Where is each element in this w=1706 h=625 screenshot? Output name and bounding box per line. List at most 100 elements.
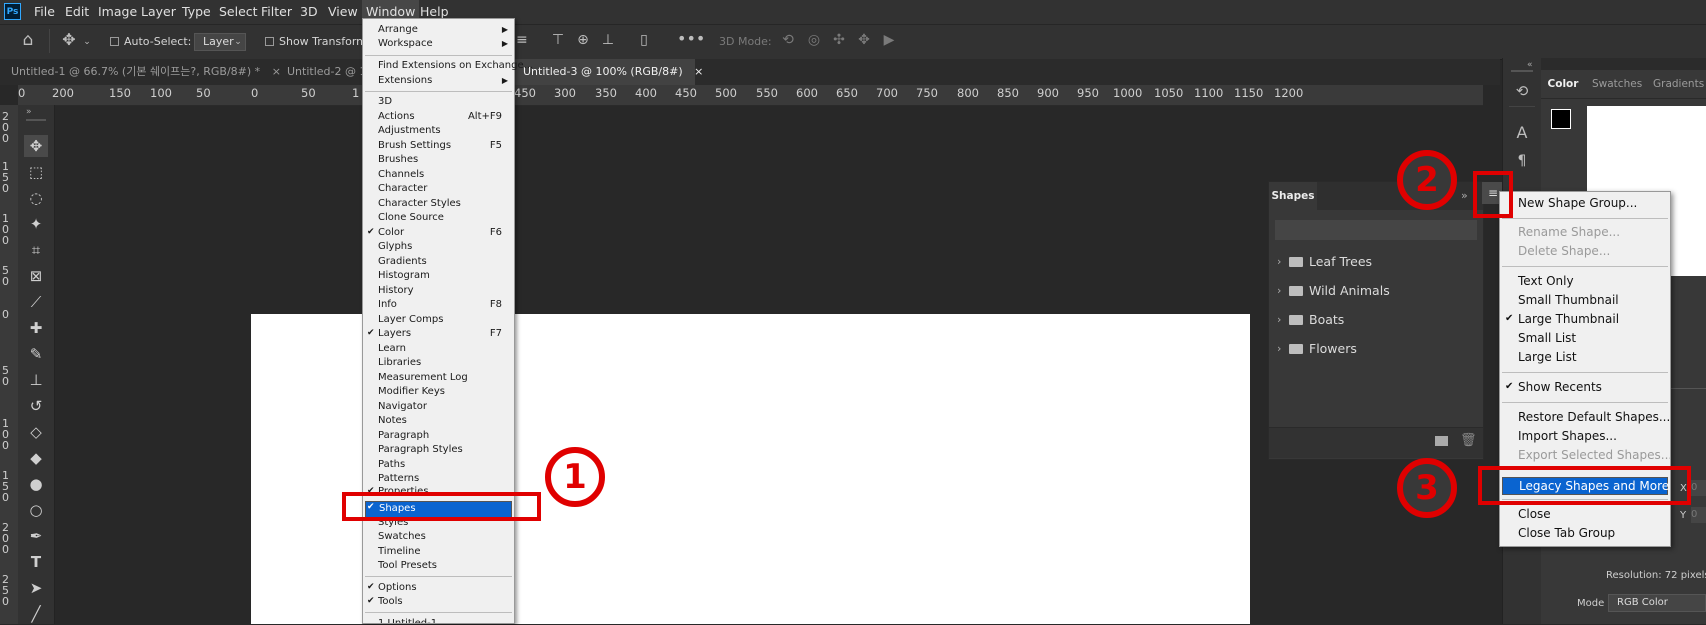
collapse-icon[interactable]: » [26, 107, 32, 117]
shape-group-flowers[interactable]: › Flowers [1269, 335, 1483, 363]
tab-untitled-3[interactable]: Untitled-3 @ 100% (RGB/8#) × [515, 59, 703, 85]
flyout-item-close-tab-group[interactable]: Close Tab Group [1518, 525, 1615, 541]
menu-3d[interactable]: 3D [300, 0, 318, 24]
tab-color[interactable]: Color [1541, 70, 1585, 98]
window-menu-item-libraries[interactable]: Libraries [378, 356, 421, 369]
menu-layer[interactable]: Layer [141, 0, 176, 24]
shape-group-wild-animals[interactable]: › Wild Animals [1269, 277, 1483, 305]
collapse-icon[interactable]: « [1527, 60, 1533, 70]
shapes-search-input[interactable] [1275, 220, 1477, 240]
shape-group-boats[interactable]: › Boats [1269, 306, 1483, 334]
history-icon[interactable]: ⟲ [1511, 84, 1533, 99]
chevron-right-icon[interactable]: › [1277, 248, 1281, 276]
collapse-arrows-icon[interactable]: » [1461, 189, 1468, 202]
window-menu-item-history[interactable]: History [378, 284, 414, 297]
foreground-color-swatch[interactable] [1551, 109, 1571, 129]
window-menu-item-3d[interactable]: 3D [378, 95, 392, 108]
flyout-item-import-shapes[interactable]: Import Shapes... [1518, 428, 1617, 444]
window-menu-item-layer-comps[interactable]: Layer Comps [378, 313, 443, 326]
lasso-tool-icon[interactable]: ◌ [24, 187, 48, 209]
panel-grip[interactable] [1511, 70, 1533, 72]
window-menu-item-info[interactable]: Info [378, 298, 397, 311]
window-menu-item-histogram[interactable]: Histogram [378, 269, 430, 282]
window-menu-item-timeline[interactable]: Timeline [378, 545, 421, 558]
window-menu-item-adjustments[interactable]: Adjustments [378, 124, 441, 137]
window-menu-item-tools[interactable]: Tools [378, 595, 403, 608]
flyout-item-large-list[interactable]: Large List [1518, 349, 1577, 365]
move-tool-icon[interactable]: ✥ [60, 32, 78, 48]
align-bottom-icon[interactable]: ⊥ [600, 33, 616, 47]
mode-dropdown[interactable]: RGB Color [1608, 594, 1706, 612]
chevron-right-icon[interactable]: › [1277, 277, 1281, 305]
flyout-item-small-thumbnail[interactable]: Small Thumbnail [1518, 292, 1619, 308]
flyout-item-restore-default-shapes[interactable]: Restore Default Shapes... [1518, 409, 1670, 425]
trash-icon[interactable]: 🗑 [1460, 433, 1477, 448]
menu-select[interactable]: Select [219, 0, 258, 24]
window-menu-item-character-styles[interactable]: Character Styles [378, 197, 461, 210]
menu-edit[interactable]: Edit [65, 0, 89, 24]
close-icon[interactable]: × [694, 65, 703, 78]
window-menu-item-channels[interactable]: Channels [378, 168, 424, 181]
more-options-icon[interactable]: ••• [677, 31, 705, 47]
panel-grip[interactable] [26, 119, 46, 121]
menu-file[interactable]: File [34, 0, 55, 24]
window-menu-item-options[interactable]: Options [378, 581, 417, 594]
menu-image[interactable]: Image [98, 0, 137, 24]
window-menu-item-arrange[interactable]: Arrange [378, 23, 418, 36]
window-menu-item-character[interactable]: Character [378, 182, 427, 195]
brush-tool-icon[interactable]: ✎ [24, 343, 48, 365]
window-menu-item-gradients[interactable]: Gradients [378, 255, 427, 268]
auto-select-checkbox[interactable] [110, 37, 119, 46]
magic-wand-tool-icon[interactable]: ✦ [24, 213, 48, 235]
line-tool-icon[interactable]: ╱ [24, 603, 48, 625]
tab-shapes[interactable]: Shapes [1269, 182, 1317, 210]
window-menu-item-modifier-keys[interactable]: Modifier Keys [378, 385, 445, 398]
path-selection-tool-icon[interactable]: ➤ [24, 577, 48, 599]
window-menu-item-learn[interactable]: Learn [378, 342, 406, 355]
clone-stamp-tool-icon[interactable]: ⊥ [24, 369, 48, 391]
window-menu-item-notes[interactable]: Notes [378, 414, 407, 427]
tab-untitled-1[interactable]: Untitled-1 @ 66.7% (기본 쉐이프는?, RGB/8#) * … [0, 59, 281, 85]
x-input[interactable]: 0 p [1691, 480, 1706, 496]
character-icon[interactable]: A [1511, 125, 1533, 141]
window-menu-item-paragraph-styles[interactable]: Paragraph Styles [378, 443, 463, 456]
frame-tool-icon[interactable]: ⊠ [24, 265, 48, 287]
window-menu-item-clone-source[interactable]: Clone Source [378, 211, 444, 224]
y-input[interactable]: 0 p [1691, 507, 1706, 523]
home-icon[interactable]: ⌂ [18, 32, 38, 49]
window-menu-item-brushes[interactable]: Brushes [378, 153, 418, 166]
flyout-item-small-list[interactable]: Small List [1518, 330, 1576, 346]
window-menu-item-patterns[interactable]: Patterns [378, 472, 419, 485]
window-menu-item-workspace[interactable]: Workspace [378, 37, 433, 50]
eyedropper-tool-icon[interactable]: ⟋ [24, 291, 48, 313]
chevron-right-icon[interactable]: › [1277, 335, 1281, 363]
window-menu-item-swatches[interactable]: Swatches [378, 530, 426, 543]
marquee-tool-icon[interactable]: ⬚ [24, 161, 48, 183]
tab-gradients[interactable]: Gradients [1653, 70, 1704, 98]
blur-tool-icon[interactable]: ● [24, 473, 48, 495]
pen-tool-icon[interactable]: ✒ [24, 525, 48, 547]
window-menu-item-paths[interactable]: Paths [378, 458, 405, 471]
new-group-folder-icon[interactable] [1435, 436, 1448, 446]
window-menu-item-navigator[interactable]: Navigator [378, 400, 427, 413]
flyout-item-new-shape-group[interactable]: New Shape Group... [1518, 195, 1637, 211]
menu-view[interactable]: View [328, 0, 358, 24]
tab-swatches[interactable]: Swatches [1592, 70, 1642, 98]
window-menu-item-measurement-log[interactable]: Measurement Log [378, 371, 468, 384]
window-menu-item-actions[interactable]: Actions [378, 110, 415, 123]
crop-tool-icon[interactable]: ⌗ [24, 239, 48, 261]
window-menu-item-layers[interactable]: Layers [378, 327, 411, 340]
paint-bucket-tool-icon[interactable]: ◆ [24, 447, 48, 469]
type-tool-icon[interactable]: T [24, 551, 48, 573]
flyout-item-show-recents[interactable]: Show Recents [1518, 379, 1602, 395]
eraser-tool-icon[interactable]: ◇ [24, 421, 48, 443]
dodge-tool-icon[interactable]: ○ [24, 499, 48, 521]
align-vcenter-icon[interactable]: ⊕ [575, 33, 591, 47]
flyout-item-large-thumbnail[interactable]: Large Thumbnail [1518, 311, 1619, 327]
window-menu-item-extensions[interactable]: Extensions [378, 74, 432, 87]
menu-type[interactable]: Type [182, 0, 211, 24]
shape-group-leaf-trees[interactable]: › Leaf Trees [1269, 248, 1483, 276]
show-transform-checkbox[interactable] [265, 37, 274, 46]
menu-filter[interactable]: Filter [261, 0, 292, 24]
align-icon[interactable]: ≡ [516, 33, 528, 47]
